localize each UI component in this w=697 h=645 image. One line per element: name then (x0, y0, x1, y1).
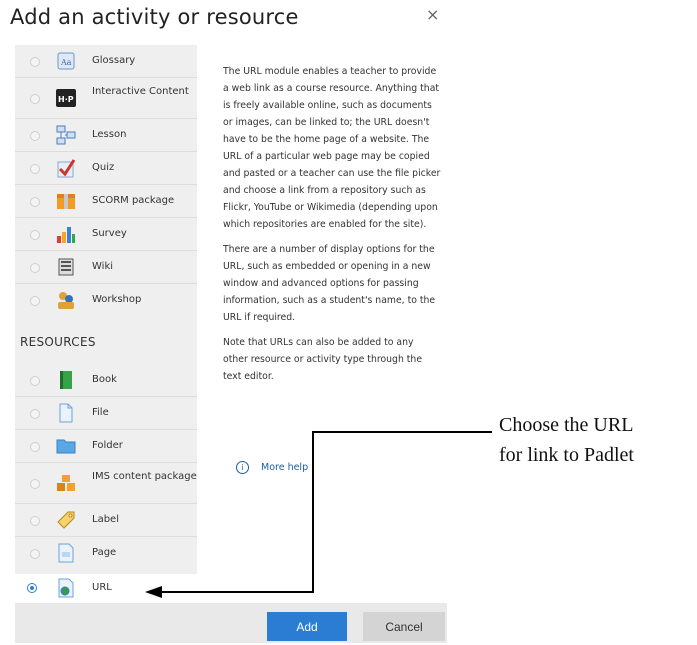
annotation-text: Choose the URL for link to Padlet (499, 410, 634, 470)
annotation-line: for link to Padlet (499, 444, 634, 466)
annotation-line: Choose the URL (499, 414, 634, 436)
annotation-arrow (145, 431, 492, 598)
